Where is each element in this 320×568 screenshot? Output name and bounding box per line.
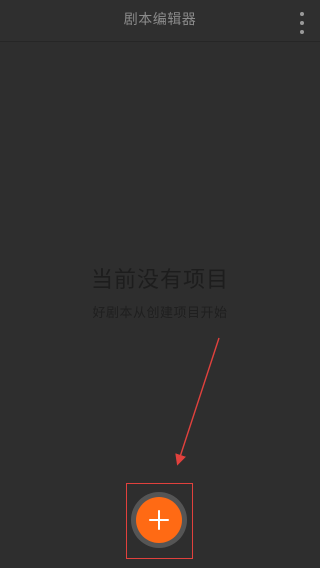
script-editor-screen: 剧本编辑器 当前没有项目 好剧本从创建项目开始 [0, 0, 320, 568]
more-vertical-icon[interactable] [297, 12, 307, 34]
app-title: 剧本编辑器 [123, 12, 197, 28]
add-project-fab[interactable] [136, 497, 182, 543]
menu-dot [300, 21, 304, 25]
add-project-button[interactable] [131, 492, 187, 548]
menu-dot [300, 30, 304, 34]
empty-state-subtitle: 好剧本从创建项目开始 [92, 306, 228, 321]
menu-dot [300, 12, 304, 16]
plus-icon [158, 510, 160, 530]
app-bar: 剧本编辑器 [0, 0, 320, 42]
empty-state-title: 当前没有项目 [90, 268, 229, 293]
